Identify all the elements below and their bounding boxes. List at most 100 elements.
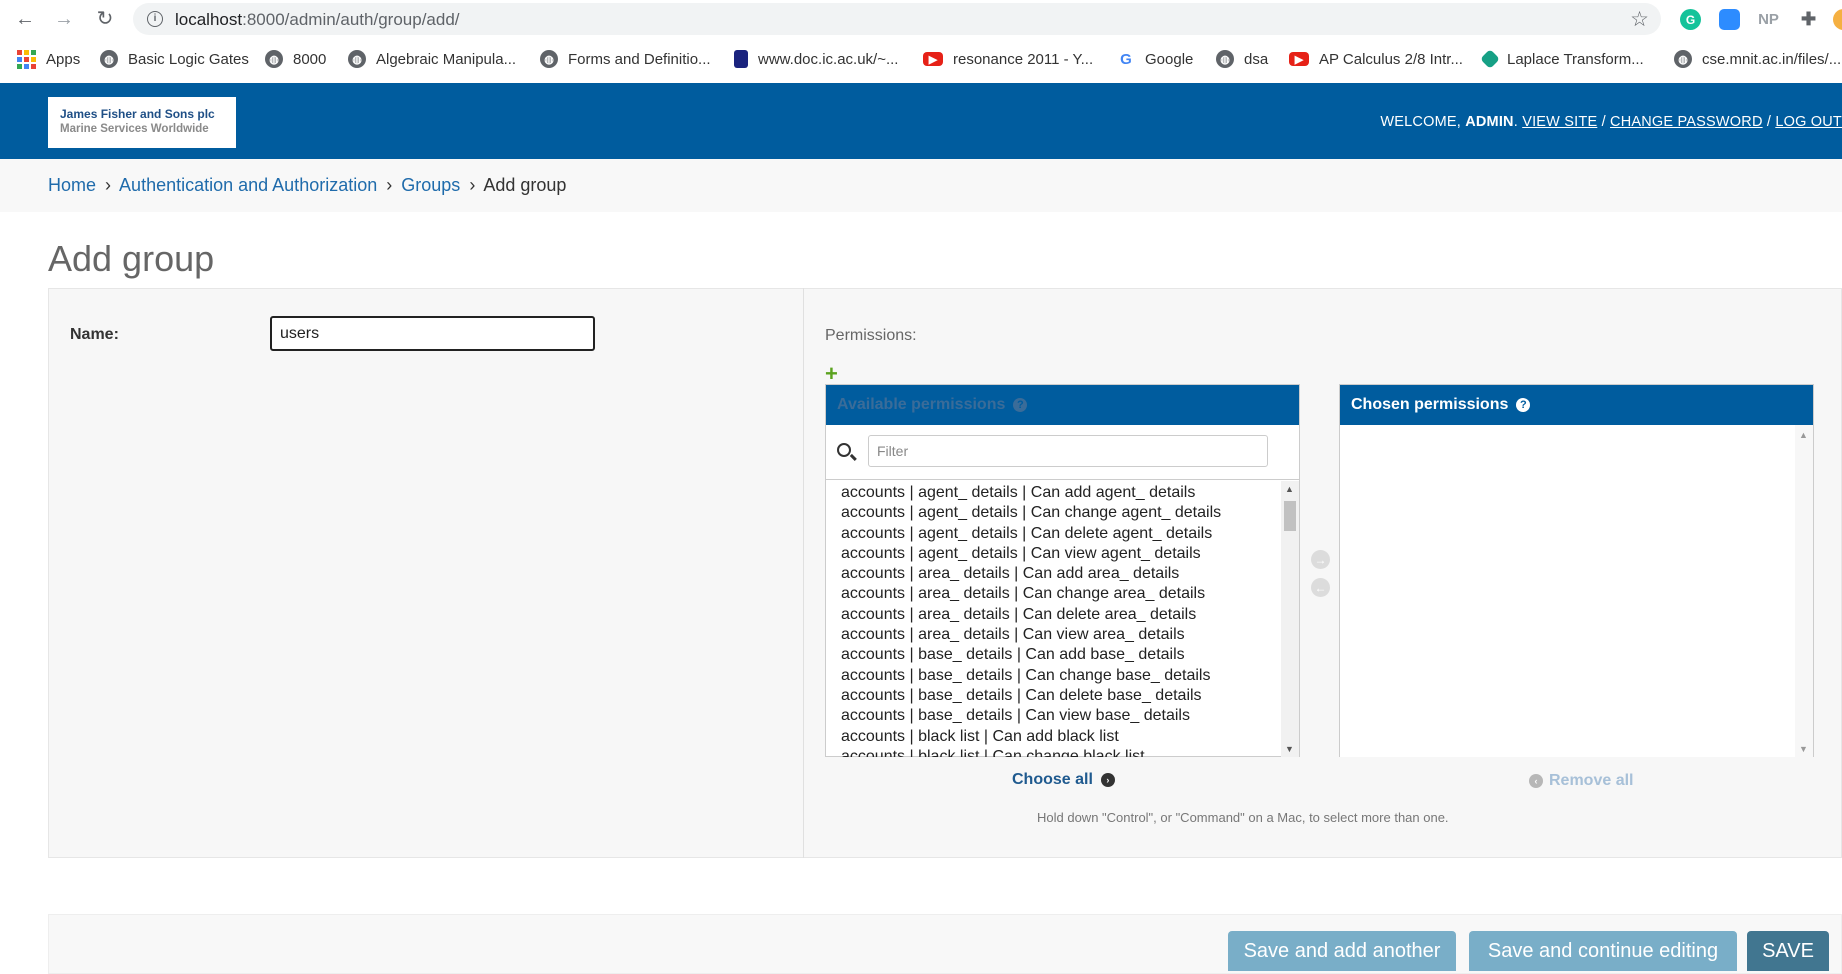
globe-icon: ◍ <box>265 50 283 68</box>
bookmark-label: 8000 <box>293 50 327 68</box>
breadcrumb-current: Add group <box>483 175 567 195</box>
separator: / <box>1601 114 1606 130</box>
permission-option[interactable]: accounts | area_ details | Can add area_… <box>841 564 1281 584</box>
permission-option[interactable]: accounts | black list | Can add black li… <box>841 727 1281 747</box>
bookmark-apps[interactable]: Apps <box>17 48 80 70</box>
bookmark-star-icon[interactable]: ☆ <box>1630 7 1649 32</box>
grammarly-extension-icon[interactable]: G <box>1680 9 1701 30</box>
permission-option[interactable]: accounts | area_ details | Can change ar… <box>841 584 1281 604</box>
permission-option[interactable]: accounts | base_ details | Can change ba… <box>841 666 1281 686</box>
globe-icon: ◍ <box>1674 50 1692 68</box>
laplace-icon <box>1480 49 1500 69</box>
remove-all-label: Remove all <box>1549 772 1634 789</box>
bookmark-label: dsa <box>1244 50 1269 68</box>
scrollbar-thumb[interactable] <box>1284 501 1296 531</box>
bookmark-item[interactable]: ◍ Forms and Definitio... <box>540 48 711 70</box>
np-extension-icon[interactable]: NP <box>1758 9 1779 30</box>
globe-icon: ◍ <box>540 50 558 68</box>
welcome-text: WELCOME, <box>1380 114 1461 130</box>
url-host: localhost <box>175 10 243 29</box>
bookmark-item[interactable]: ◍ 8000 <box>265 48 326 70</box>
permissions-label: Permissions: <box>825 327 917 344</box>
bookmark-item[interactable]: Laplace Transform... <box>1480 48 1644 70</box>
remove-all-link[interactable]: ‹ Remove all <box>1529 772 1633 790</box>
breadcrumb: Home › Authentication and Authorization … <box>0 159 1842 212</box>
doc-icon <box>734 50 748 68</box>
bookmark-label: Forms and Definitio... <box>568 50 711 68</box>
chosen-permissions-list[interactable] <box>1340 425 1813 757</box>
url-text[interactable]: localhost:8000/admin/auth/group/add/ <box>175 10 460 30</box>
name-label: Name: <box>70 326 119 343</box>
extensions-puzzle-icon[interactable]: ✚ <box>1798 9 1819 30</box>
view-site-link[interactable]: VIEW SITE <box>1522 114 1597 130</box>
help-icon[interactable]: ? <box>1516 398 1531 412</box>
choose-all-label: Choose all <box>1012 771 1093 788</box>
save-and-continue-button[interactable]: Save and continue editing <box>1469 931 1737 971</box>
profile-avatar[interactable] <box>1833 9 1842 30</box>
logo-title: James Fisher and Sons plc <box>60 107 215 121</box>
permission-option[interactable]: accounts | area_ details | Can view area… <box>841 625 1281 645</box>
apps-grid-icon <box>17 49 36 69</box>
bookmark-item[interactable]: ◍ dsa <box>1216 48 1268 70</box>
back-icon[interactable]: ← <box>14 8 36 30</box>
forward-icon[interactable]: → <box>53 8 75 30</box>
bookmark-item[interactable]: ◍ Basic Logic Gates <box>100 48 249 70</box>
google-icon: G <box>1117 50 1135 68</box>
permission-option[interactable]: accounts | base_ details | Can view base… <box>841 706 1281 726</box>
available-permissions-list[interactable]: accounts | agent_ details | Can add agen… <box>826 481 1281 757</box>
bookmark-item[interactable]: G Google <box>1117 48 1193 70</box>
bookmark-item[interactable]: ◍ cse.mnit.ac.in/files/... <box>1674 48 1841 70</box>
add-selected-arrow-icon[interactable]: → <box>1311 550 1330 569</box>
selection-help-text: Hold down "Control", or "Command" on a M… <box>1037 810 1449 825</box>
site-info-icon[interactable]: i <box>147 11 163 27</box>
add-permission-icon[interactable]: + <box>825 363 838 385</box>
url-path: :8000/admin/auth/group/add/ <box>242 10 460 29</box>
permission-option[interactable]: accounts | base_ details | Can delete ba… <box>841 686 1281 706</box>
save-button[interactable]: SAVE <box>1747 931 1829 971</box>
globe-icon: ◍ <box>1216 50 1234 68</box>
log-out-link[interactable]: LOG OUT <box>1775 114 1842 130</box>
bookmark-item[interactable]: ▶ resonance 2011 - Y... <box>923 48 1093 70</box>
separator: / <box>1766 114 1772 130</box>
admin-header: James Fisher and Sons plc Marine Service… <box>0 83 1842 159</box>
chevron-right-circle-icon: › <box>1100 773 1115 787</box>
zoom-extension-icon[interactable] <box>1719 9 1740 30</box>
chevron-left-circle-icon: ‹ <box>1529 774 1543 788</box>
remove-selected-arrow-icon[interactable]: ← <box>1311 578 1330 597</box>
address-bar[interactable]: i localhost:8000/admin/auth/group/add/ ☆ <box>133 3 1661 35</box>
permission-option[interactable]: accounts | agent_ details | Can view age… <box>841 544 1281 564</box>
site-logo[interactable]: James Fisher and Sons plc Marine Service… <box>48 97 236 148</box>
permission-option[interactable]: accounts | agent_ details | Can add agen… <box>841 483 1281 503</box>
permission-option[interactable]: accounts | area_ details | Can delete ar… <box>841 605 1281 625</box>
permission-option[interactable]: accounts | agent_ details | Can delete a… <box>841 524 1281 544</box>
chosen-list-scrollbar[interactable]: ▲ ▼ <box>1795 425 1813 757</box>
breadcrumb-model[interactable]: Groups <box>401 175 460 195</box>
permission-option[interactable]: accounts | black list | Can change black… <box>841 747 1281 757</box>
page-title: Add group <box>48 238 215 279</box>
browser-toolbar: ← → ↻ i localhost:8000/admin/auth/group/… <box>0 0 1842 38</box>
bookmark-item[interactable]: www.doc.ic.ac.uk/~... <box>734 48 898 70</box>
change-password-link[interactable]: CHANGE PASSWORD <box>1610 114 1763 130</box>
name-field[interactable] <box>270 316 595 351</box>
available-permissions-title: Available permissions <box>837 396 1006 413</box>
permission-option[interactable]: accounts | agent_ details | Can change a… <box>841 503 1281 523</box>
scroll-down-arrow-icon[interactable]: ▼ <box>1799 744 1808 754</box>
help-icon[interactable]: ? <box>1013 398 1028 412</box>
save-and-add-another-button[interactable]: Save and add another <box>1228 931 1456 971</box>
choose-all-link[interactable]: Choose all › <box>1012 771 1115 789</box>
bookmark-item[interactable]: ▶ AP Calculus 2/8 Intr... <box>1289 48 1463 70</box>
available-list-scrollbar[interactable]: ▲ ▼ <box>1281 481 1299 757</box>
scroll-down-arrow-icon[interactable]: ▼ <box>1285 744 1294 754</box>
user-tools: WELCOME, ADMIN. VIEW SITE / CHANGE PASSW… <box>1380 114 1842 130</box>
permission-option[interactable]: accounts | base_ details | Can add base_… <box>841 645 1281 665</box>
filter-input[interactable] <box>868 435 1268 467</box>
breadcrumb-separator: › <box>386 175 393 195</box>
breadcrumb-separator: › <box>469 175 476 195</box>
bookmark-label: Algebraic Manipula... <box>376 50 517 68</box>
scroll-up-arrow-icon[interactable]: ▲ <box>1799 430 1808 440</box>
scroll-up-arrow-icon[interactable]: ▲ <box>1285 484 1294 494</box>
breadcrumb-app[interactable]: Authentication and Authorization <box>119 175 377 195</box>
reload-icon[interactable]: ↻ <box>94 8 116 30</box>
breadcrumb-home[interactable]: Home <box>48 175 96 195</box>
bookmark-item[interactable]: ◍ Algebraic Manipula... <box>348 48 516 70</box>
